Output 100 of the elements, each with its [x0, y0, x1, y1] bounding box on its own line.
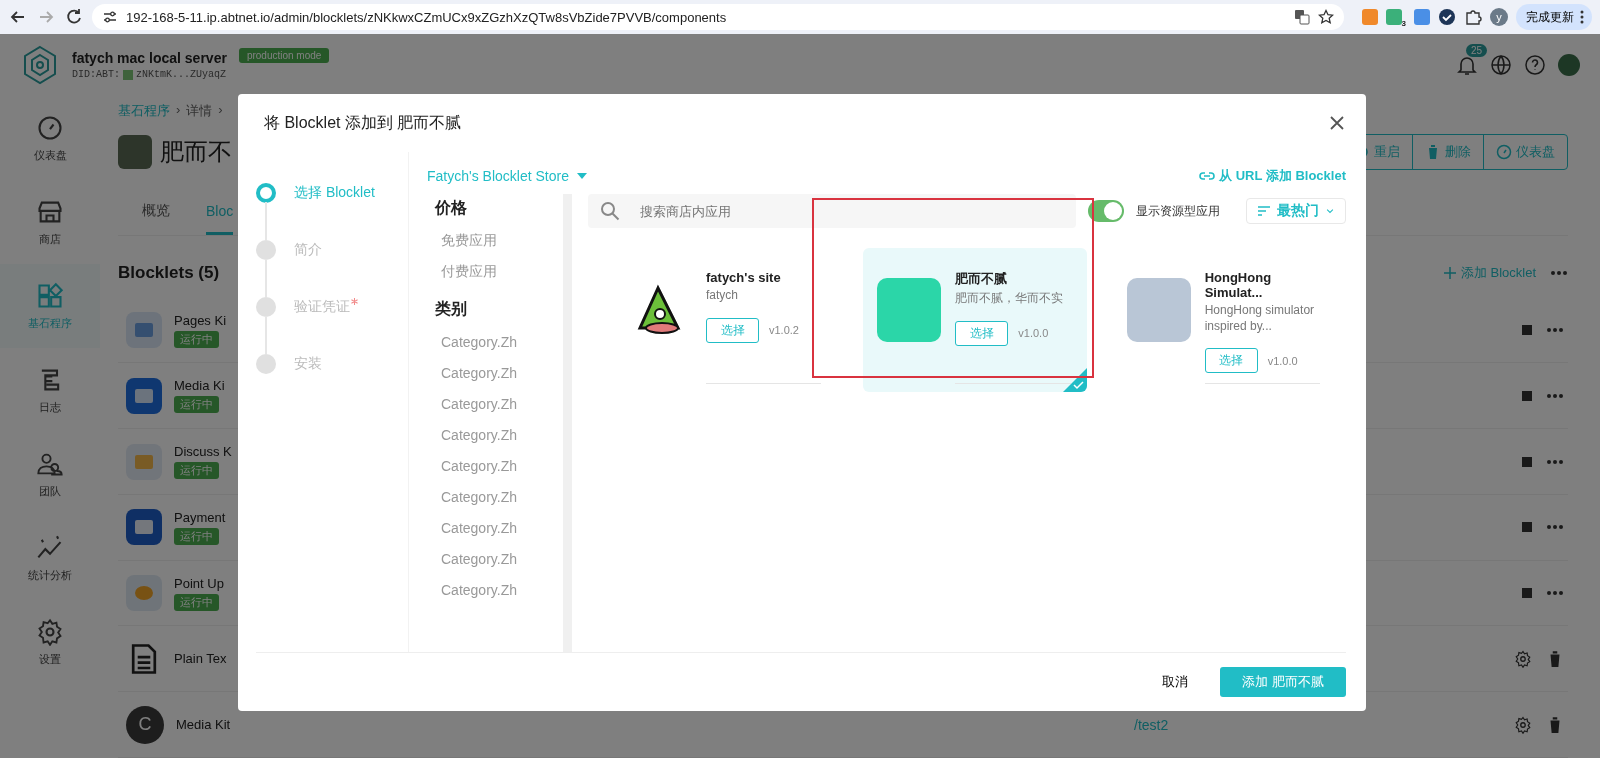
- did-value: zNKtmK...ZUyaqZ: [136, 69, 227, 80]
- version-label: v1.0.0: [1267, 354, 1298, 367]
- app-card[interactable]: 肥而不腻 肥而不腻，华而不实 选择 v1.0.0: [863, 248, 1087, 393]
- add-blocklet-link[interactable]: 添加 Blocklet: [1460, 263, 1536, 282]
- breadcrumb-separator: ›: [218, 102, 223, 119]
- more-icon[interactable]: [1546, 458, 1564, 465]
- status-badge: 运行中: [174, 330, 219, 348]
- breadcrumb-link[interactable]: 详情: [186, 102, 213, 120]
- profile-avatar[interactable]: y: [1490, 8, 1508, 26]
- settings-icon: [36, 617, 64, 646]
- select-button[interactable]: 选择: [1204, 348, 1258, 374]
- cancel-button[interactable]: 取消: [1156, 672, 1195, 692]
- select-button[interactable]: 选择: [706, 317, 759, 343]
- server-title: fatych mac local server: [72, 50, 227, 66]
- app-card[interactable]: fatych's site fatych 选择 v1.0.2: [614, 248, 838, 393]
- step-label: 安装: [294, 354, 322, 373]
- settings-icon[interactable]: [1514, 649, 1532, 668]
- action-button[interactable]: 仪表盘: [1483, 134, 1567, 169]
- address-bar[interactable]: 192-168-5-11.ip.abtnet.io/admin/blocklets/zNKkwxCZmUCx9xZGzhXzQTw8sVbZide7PVVB/components: [92, 4, 1344, 30]
- puzzle-icon[interactable]: [1464, 8, 1482, 26]
- globe-icon[interactable]: [1490, 54, 1512, 76]
- status-badge: 运行中: [174, 593, 219, 611]
- search-field[interactable]: 搜索商店内应用: [588, 194, 1076, 228]
- filter-option[interactable]: Category.Zh: [435, 574, 563, 605]
- app-name: HongHong Simulat...: [1204, 270, 1273, 300]
- blocklet-name: Media Kit: [176, 717, 231, 733]
- stop-icon[interactable]: [1522, 522, 1532, 533]
- filter-option[interactable]: Category.Zh: [435, 357, 563, 388]
- blocklet-name: Media Ki: [174, 378, 225, 394]
- sidebar-item[interactable]: 统计分析: [0, 516, 100, 600]
- stop-icon[interactable]: [1522, 456, 1532, 467]
- filter-option[interactable]: Category.Zh: [435, 481, 563, 512]
- confirm-button[interactable]: 添加 肥而不腻: [1220, 667, 1346, 697]
- sidebar-item[interactable]: 基石程序: [0, 264, 100, 348]
- tab[interactable]: Bloc: [206, 193, 234, 235]
- settings-icon[interactable]: [1514, 715, 1532, 734]
- blocklet-name: Pages Ki: [174, 312, 227, 328]
- stop-icon[interactable]: [1522, 325, 1532, 336]
- stop-icon[interactable]: [1522, 390, 1532, 401]
- stop-icon[interactable]: [1522, 588, 1532, 599]
- bell-icon[interactable]: [1456, 54, 1478, 76]
- translate-icon[interactable]: [1293, 9, 1310, 25]
- filter-heading: 价格: [435, 198, 468, 218]
- did-prefix: DID:ABT:: [72, 69, 120, 80]
- filter-option[interactable]: Category.Zh: [435, 388, 563, 419]
- menu-dots-icon[interactable]: [1580, 10, 1584, 24]
- add-from-url-link[interactable]: 从 URL 添加 Blocklet: [1199, 167, 1346, 185]
- dialog-title: 将 Blocklet 添加到 肥而不腻: [264, 112, 462, 133]
- more-icon[interactable]: [1546, 392, 1564, 399]
- more-icon[interactable]: [1546, 590, 1564, 597]
- app-description: HongHong simulator inspired by...: [1204, 303, 1316, 335]
- more-icon[interactable]: [1550, 269, 1568, 276]
- extension-icon[interactable]: [1385, 9, 1402, 25]
- more-icon[interactable]: [1546, 327, 1564, 334]
- sidebar-item[interactable]: 仪表盘: [0, 96, 100, 180]
- filter-option[interactable]: Category.Zh: [435, 512, 563, 543]
- filter-option[interactable]: 免费应用: [435, 225, 563, 256]
- filter-heading: 类别: [435, 299, 468, 319]
- blocklet-name: Point Up: [174, 575, 224, 591]
- filter-option[interactable]: Category.Zh: [435, 326, 563, 357]
- search-input[interactable]: 搜索商店内应用: [638, 195, 1064, 227]
- caret-icon: [576, 173, 587, 179]
- filter-option[interactable]: Category.Zh: [435, 543, 563, 574]
- filter-option[interactable]: 付费应用: [435, 256, 563, 287]
- toggle-switch[interactable]: [1088, 200, 1124, 222]
- app-description: 肥而不腻，华而不实: [955, 291, 1065, 307]
- help-icon[interactable]: [1524, 54, 1546, 76]
- status-badge: 运行中: [174, 462, 219, 480]
- more-icon[interactable]: [1546, 524, 1564, 531]
- site-settings-icon[interactable]: [102, 9, 118, 25]
- sidebar-item[interactable]: 设置: [0, 600, 100, 684]
- sidebar-item[interactable]: 商店: [0, 180, 100, 264]
- version-label: v1.0.2: [769, 324, 799, 337]
- app-description: fatych: [706, 288, 739, 304]
- status-badge: 运行中: [174, 527, 219, 545]
- user-avatar[interactable]: [1558, 54, 1580, 76]
- app-name: fatych's site: [706, 270, 782, 285]
- notification-badge: 25: [1466, 44, 1488, 57]
- page-title: 肥而不: [160, 136, 232, 167]
- filter-option[interactable]: Category.Zh: [435, 450, 563, 481]
- star-icon[interactable]: [1317, 9, 1334, 25]
- store-dropdown[interactable]: Fatych's Blocklet Store: [427, 168, 587, 184]
- photo-placeholder: [1126, 278, 1191, 342]
- check-circle-icon[interactable]: [1438, 8, 1456, 26]
- tab[interactable]: 概览: [142, 193, 170, 235]
- breadcrumb-link[interactable]: 基石程序: [118, 102, 170, 120]
- filter-option[interactable]: Category.Zh: [435, 419, 563, 450]
- sidebar-item[interactable]: 团队: [0, 432, 100, 516]
- step-label: 简介: [294, 240, 322, 259]
- blocks-icon: [36, 281, 64, 310]
- sidebar-item[interactable]: 日志: [0, 348, 100, 432]
- app-card[interactable]: HongHong Simulat... HongHong simulator inspired by... 选择 v1.0.0: [1112, 248, 1336, 393]
- mount-path-link[interactable]: /test2: [1134, 716, 1169, 733]
- gauge-icon: [36, 113, 64, 142]
- did-avatar-icon: [123, 69, 133, 80]
- sort-dropdown[interactable]: 最热门: [1246, 198, 1346, 224]
- update-button[interactable]: 完成更新: [1516, 4, 1592, 30]
- action-button[interactable]: 删除: [1412, 134, 1483, 169]
- select-button[interactable]: 选择: [955, 320, 1009, 346]
- close-icon[interactable]: [1328, 114, 1346, 132]
